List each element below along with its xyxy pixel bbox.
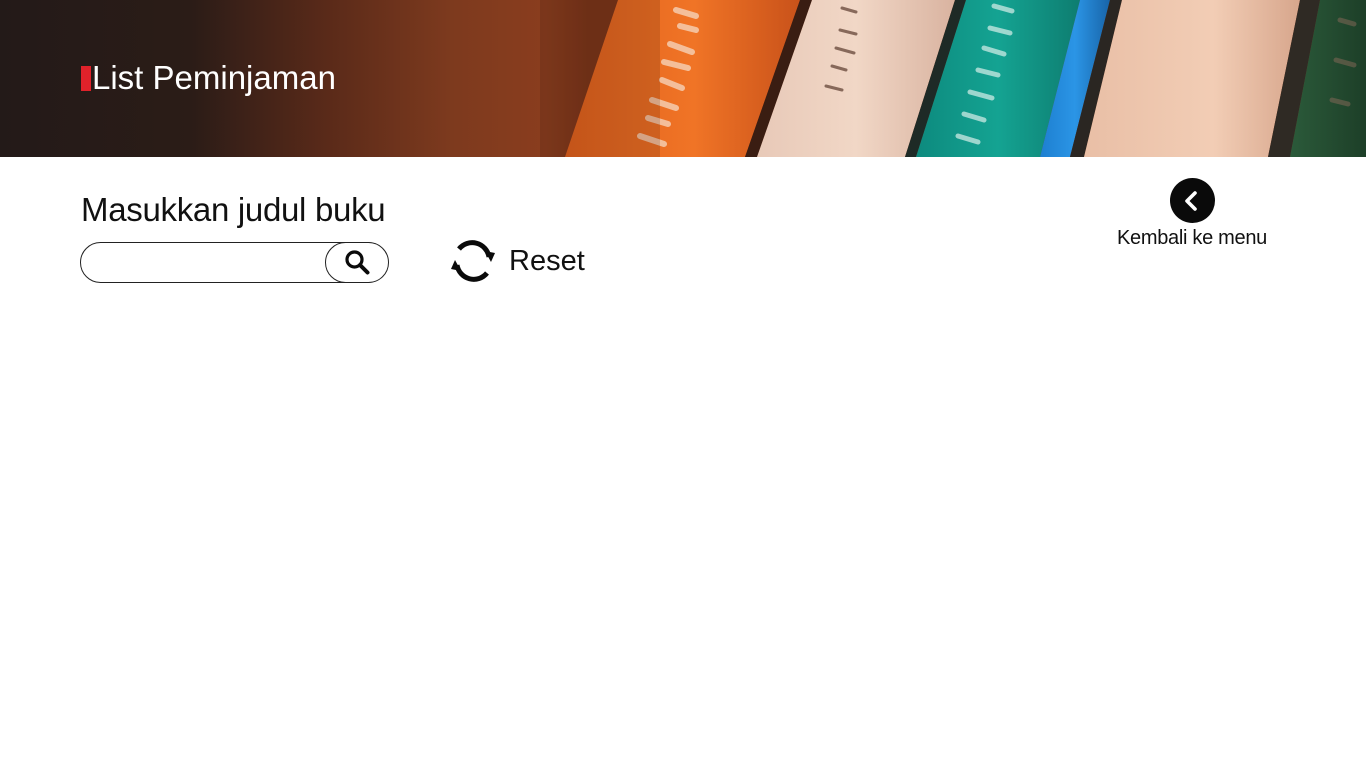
reset-button[interactable]: Reset (449, 236, 585, 286)
search-button[interactable] (324, 241, 389, 283)
search-box (80, 241, 389, 283)
page-title: List Peminjaman (81, 58, 336, 98)
back-circle[interactable] (1169, 178, 1215, 223)
chevron-left-icon (1185, 190, 1197, 211)
title-accent-bar (81, 65, 91, 91)
back-to-menu-label: Kembali ke menu (1116, 227, 1268, 249)
reset-label: Reset (509, 244, 585, 277)
page-title-text: List Peminjaman (92, 59, 336, 96)
search-input[interactable] (97, 247, 329, 279)
header-banner: List Peminjaman (0, 0, 1366, 157)
refresh-icon (451, 240, 495, 282)
search-label: Masukkan judul buku (81, 191, 386, 228)
back-to-menu-button[interactable]: Kembali ke menu (1106, 178, 1278, 250)
page: List Peminjaman Masukkan judul buku Rese… (0, 0, 1366, 768)
search-icon (344, 250, 369, 275)
